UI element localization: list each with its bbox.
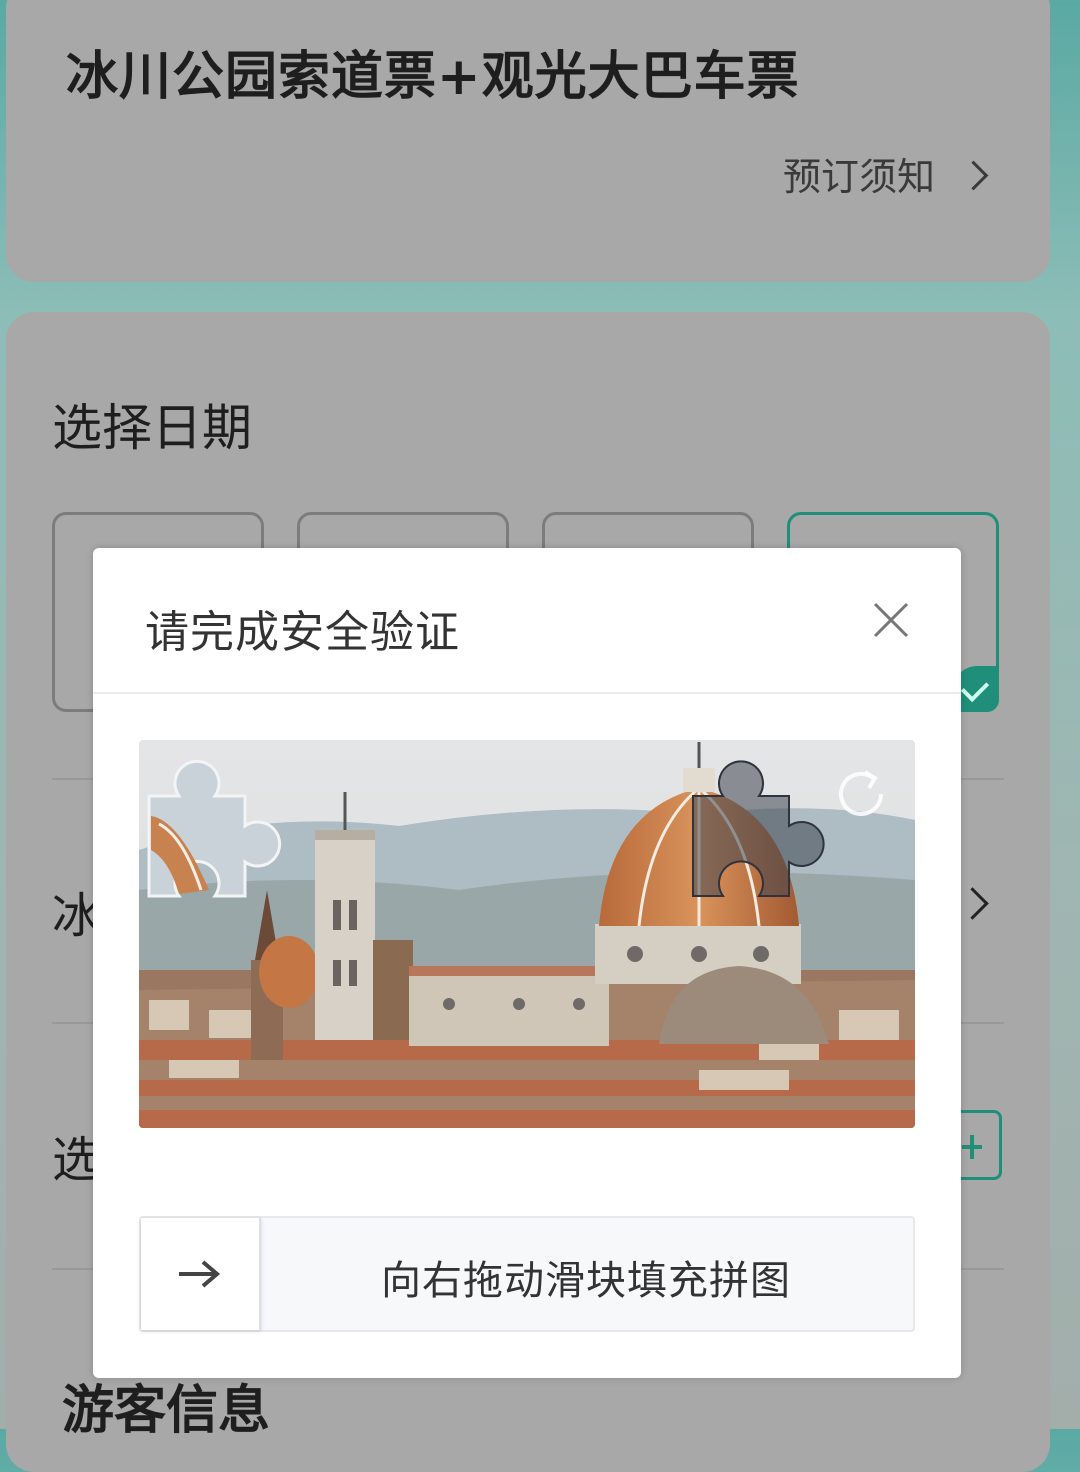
ticket-title: 冰川公园索道票+观光大巴车票 — [66, 47, 800, 107]
booking-notice-link[interactable]: 预订须知 — [782, 146, 989, 201]
slider-hint-text: 向右拖动滑块填充拼图 — [381, 1258, 791, 1304]
chevron-right-icon — [958, 160, 989, 191]
ticket-card: 冰川公园索道票+观光大巴车票 预订须知 — [6, 0, 1050, 282]
security-verification-modal: 请完成安全验证 向右拖动滑块填充拼图 — [93, 548, 961, 1378]
select-date-label: 选择日期 — [52, 399, 252, 457]
refresh-icon[interactable] — [829, 762, 893, 826]
guest-info-label: 游客信息 — [62, 1381, 271, 1441]
modal-title: 请完成安全验证 — [145, 607, 460, 658]
booking-notice-label: 预订须知 — [782, 155, 935, 199]
close-icon[interactable] — [863, 592, 919, 648]
plus-icon[interactable] — [960, 1110, 1002, 1180]
arrow-right-icon — [179, 1260, 221, 1288]
captcha-slider-track: 向右拖动滑块填充拼图 — [139, 1216, 915, 1332]
captcha-puzzle-image — [139, 740, 915, 1128]
modal-header: 请完成安全验证 — [93, 548, 961, 694]
slider-handle[interactable] — [141, 1218, 261, 1330]
